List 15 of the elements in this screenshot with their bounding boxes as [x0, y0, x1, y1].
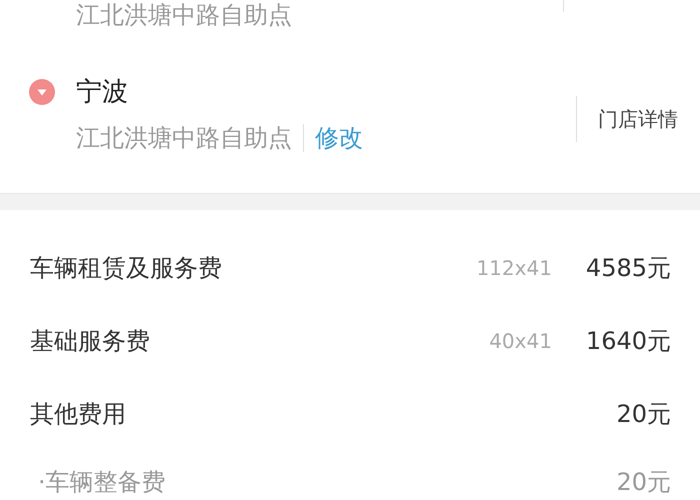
store-address: 江北洪塘中路自助点	[76, 0, 292, 30]
fee-amount: 20元	[616, 467, 671, 498]
fee-quantity: 112x41	[476, 254, 552, 282]
fee-label: 车辆租赁及服务费	[30, 252, 223, 284]
fee-label: 基础服务费	[30, 326, 151, 356]
fee-label: ·车辆整备费	[38, 467, 167, 498]
fee-label: 其他费用	[30, 398, 127, 430]
store-details-link[interactable]: 门店详情	[598, 104, 678, 134]
store-name: 宁波	[76, 76, 128, 109]
fee-quantity: 40x41	[489, 328, 552, 354]
store-address: 江北洪塘中路自助点	[76, 123, 292, 154]
fee-amount: 1640元	[586, 326, 671, 356]
location-pin-icon	[29, 79, 55, 105]
fee-amount: 4585元	[586, 252, 671, 284]
fee-amount: 20元	[616, 398, 671, 430]
